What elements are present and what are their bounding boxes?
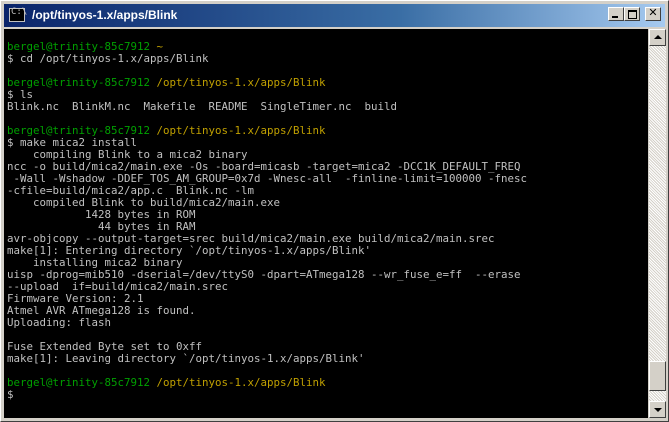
prompt-path: /opt/tinyos-1.x/apps/Blink	[150, 124, 326, 137]
minimize-button[interactable]	[608, 7, 624, 21]
console-icon-glyph: C:\	[11, 7, 28, 17]
scroll-track[interactable]	[649, 46, 666, 401]
vertical-scrollbar[interactable]	[649, 29, 666, 418]
output-line: make[1]: Leaving directory `/opt/tinyos-…	[7, 352, 365, 365]
minimize-icon	[612, 16, 618, 18]
scroll-up-arrow-icon	[654, 35, 662, 39]
scroll-down-button[interactable]	[649, 401, 666, 418]
prompt-user: bergel@trinity-85c7912	[7, 376, 151, 389]
scroll-up-button[interactable]	[649, 29, 666, 46]
terminal-text: bergel@trinity-85c7912 ~ $ cd /opt/tinyos…	[4, 29, 648, 401]
maximize-icon	[628, 10, 637, 19]
close-icon: ✕	[648, 6, 658, 19]
prompt-path: /opt/tinyos-1.x/apps/Blink	[150, 376, 326, 389]
output-line: $	[7, 388, 14, 401]
output-line: Blink.nc BlinkM.nc Makefile README Singl…	[7, 100, 398, 113]
title-bar[interactable]: C:\ /opt/tinyos-1.x/apps/Blink ✕	[4, 4, 665, 27]
output-line: Uploading: flash	[7, 316, 112, 329]
scroll-thumb[interactable]	[649, 361, 666, 391]
output-line: $ cd /opt/tinyos-1.x/apps/Blink	[7, 52, 209, 65]
prompt-line: bergel@trinity-85c7912 /opt/tinyos-1.x/a…	[7, 377, 648, 389]
maximize-button[interactable]	[624, 7, 640, 21]
close-button[interactable]: ✕	[645, 6, 661, 21]
terminal-output[interactable]: bergel@trinity-85c7912 ~ $ cd /opt/tinyos…	[4, 29, 648, 418]
console-icon[interactable]: C:\	[9, 7, 28, 22]
scroll-down-arrow-icon	[654, 408, 662, 412]
console-window: C:\ /opt/tinyos-1.x/apps/Blink ✕ bergel@…	[0, 0, 669, 422]
window-title: /opt/tinyos-1.x/apps/Blink	[32, 8, 178, 22]
prompt-path: /opt/tinyos-1.x/apps/Blink	[150, 76, 326, 89]
prompt-line: bergel@trinity-85c7912 /opt/tinyos-1.x/a…	[7, 77, 648, 89]
